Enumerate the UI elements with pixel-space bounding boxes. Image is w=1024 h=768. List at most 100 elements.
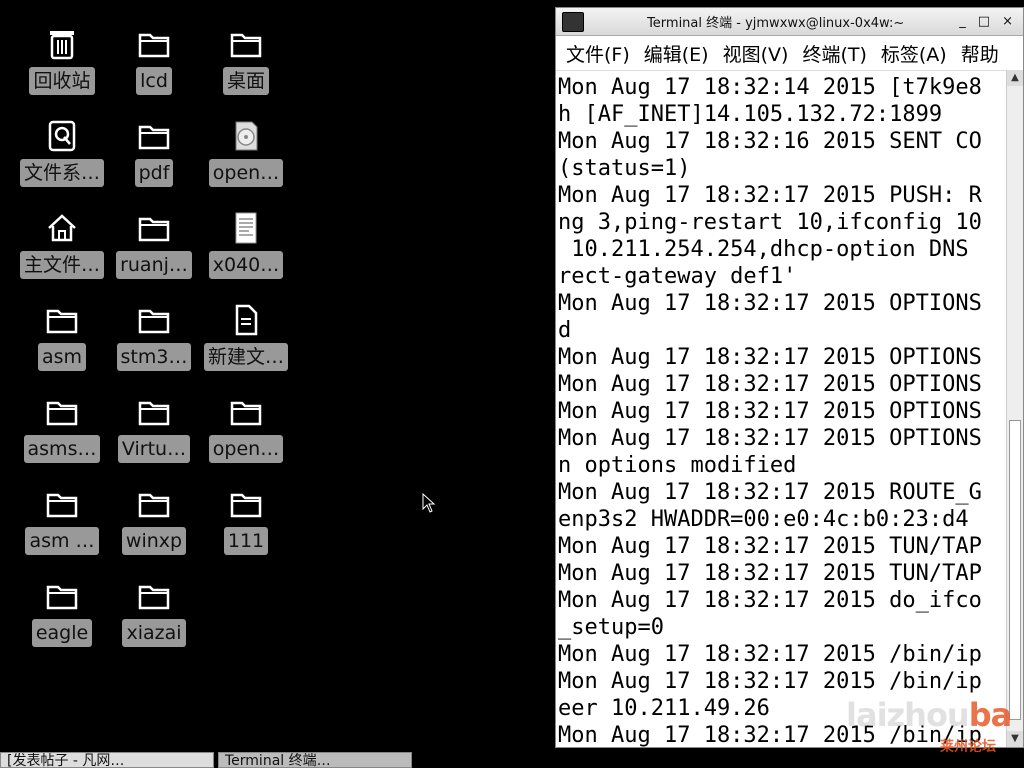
terminal-output[interactable]: Mon Aug 17 18:32:14 2015 [t7k9e8 h [AF_IN… — [556, 70, 1005, 747]
terminal-line: Mon Aug 17 18:32:17 2015 OPTIONS — [558, 291, 982, 316]
mouse-cursor-icon — [422, 492, 436, 517]
desktop-icon-label: asm — [37, 343, 87, 371]
desktop-icon-label: 桌面 — [222, 67, 269, 95]
terminal-line: n options modified — [558, 453, 797, 478]
folder-icon — [134, 300, 174, 340]
desktop-icon-xiazai[interactable]: xiazai — [108, 576, 200, 668]
desktop-icon-new-file[interactable]: 新建文… — [200, 300, 292, 392]
desktop-icon-111[interactable]: 111 — [200, 484, 292, 576]
menu-terminal[interactable]: 终端(T) — [802, 40, 866, 67]
trash-icon — [42, 24, 82, 64]
document-icon — [226, 208, 266, 248]
terminal-line: rect-gateway def1' — [558, 264, 797, 289]
folder-icon — [134, 208, 174, 248]
maximize-button[interactable]: □ — [978, 14, 990, 29]
terminal-line: h [AF_INET]14.105.132.72:1899 — [558, 102, 943, 127]
desktop-icon-open-disc[interactable]: open… — [200, 116, 292, 208]
terminal-line: _setup=0 — [558, 615, 664, 640]
window-title: Terminal 终端 - yjmwxwx@linux-0x4w:~ — [647, 16, 905, 31]
folder-icon — [134, 116, 174, 156]
folder-icon — [134, 24, 174, 64]
terminal-line: Mon Aug 17 18:32:17 2015 OPTIONS — [558, 372, 982, 397]
desktop-icon-eagle[interactable]: eagle — [16, 576, 108, 668]
folder-icon — [134, 392, 174, 432]
terminal-app-icon — [562, 11, 584, 32]
desktop-icon-filesystem[interactable]: 文件系… — [16, 116, 108, 208]
scroll-up-icon[interactable]: ▲ — [1007, 70, 1023, 86]
terminal-line: Mon Aug 17 18:32:17 2015 PUSH: R — [558, 183, 982, 208]
desktop-icon-label: 新建文… — [203, 343, 288, 371]
folder-icon — [42, 484, 82, 524]
folder-icon — [42, 576, 82, 616]
taskbar-item-browser[interactable]: [发表帖子 - 凡网… — [0, 752, 214, 768]
terminal-menubar: 文件(F) 编辑(E) 视图(V) 终端(T) 标签(A) 帮助 — [556, 36, 1023, 71]
terminal-line: Mon Aug 17 18:32:17 2015 TUN/TAP — [558, 534, 982, 559]
folder-icon — [42, 300, 82, 340]
desktop-icon-label: Virtu… — [117, 435, 191, 463]
desktop-icon-label: open… — [208, 159, 284, 187]
desktop-icon-label: 111 — [223, 527, 269, 555]
terminal-line: Mon Aug 17 18:32:17 2015 /bin/ip — [558, 642, 982, 667]
folder-icon — [226, 484, 266, 524]
minimize-button[interactable]: _ — [959, 14, 966, 29]
desktop-icon-trash[interactable]: 回收站 — [16, 24, 108, 116]
desktop-icon-label: winxp — [121, 527, 187, 555]
desktop-icon-stm3[interactable]: stm3… — [108, 300, 200, 392]
menu-tabs[interactable]: 标签(A) — [881, 40, 947, 67]
terminal-line: Mon Aug 17 18:32:14 2015 [t7k9e8 — [558, 75, 982, 100]
watermark-logo: laizhouba — [846, 696, 1012, 734]
folder-icon — [226, 24, 266, 64]
watermark-accent: ba — [968, 696, 1012, 734]
desktop-icon-label: lcd — [136, 67, 172, 95]
file-icon — [226, 300, 266, 340]
desktop-icon-asm-2[interactable]: asm … — [16, 484, 108, 576]
terminal-line: d — [558, 318, 572, 343]
folder-icon — [226, 392, 266, 432]
menu-help[interactable]: 帮助 — [961, 40, 999, 67]
desktop-icon-label: asms… — [23, 435, 101, 463]
menu-view[interactable]: 视图(V) — [723, 40, 789, 67]
desktop-icon-asms[interactable]: asms… — [16, 392, 108, 484]
terminal-line: Mon Aug 17 18:32:17 2015 /bin/ip — [558, 669, 982, 694]
terminal-line: Mon Aug 17 18:32:17 2015 OPTIONS — [558, 426, 982, 451]
terminal-line: Mon Aug 17 18:32:17 2015 OPTIONS — [558, 399, 982, 424]
terminal-line: enp3s2 HWADDR=00:e0:4c:b0:23:d4 — [558, 507, 969, 532]
folder-icon — [134, 484, 174, 524]
terminal-line: 10.211.254.254,dhcp-option DNS — [558, 237, 969, 262]
desktop-icon-label: eagle — [31, 619, 93, 647]
desktop-icon-home[interactable]: 主文件… — [16, 208, 108, 300]
menu-edit[interactable]: 编辑(E) — [644, 40, 709, 67]
folder-icon — [42, 392, 82, 432]
terminal-scrollbar[interactable]: ▲ ▼ — [1006, 70, 1023, 747]
terminal-line: Mon Aug 17 18:32:17 2015 OPTIONS — [558, 345, 982, 370]
desktop-icon-label: xiazai — [122, 619, 186, 647]
desktop-icon-desktop[interactable]: 桌面 — [200, 24, 292, 116]
desktop-icon-label: 主文件… — [19, 251, 104, 279]
terminal-line: Mon Aug 17 18:32:17 2015 do_ifco — [558, 588, 982, 613]
scrollbar-thumb[interactable] — [1009, 420, 1021, 720]
desktop-icon-label: x040… — [208, 251, 284, 279]
desktop-icon-lcd[interactable]: lcd — [108, 24, 200, 116]
watermark-main: laizhou — [846, 696, 970, 734]
terminal-titlebar[interactable]: Terminal 终端 - yjmwxwx@linux-0x4w:~ _ □ × — [556, 8, 1023, 36]
menu-file[interactable]: 文件(F) — [566, 40, 630, 67]
desktop-icon-pdf[interactable]: pdf — [108, 116, 200, 208]
desktop-icon-open-folder[interactable]: open… — [200, 392, 292, 484]
terminal-line: Mon Aug 17 18:32:17 2015 TUN/TAP — [558, 561, 982, 586]
desktop-icon-asm[interactable]: asm — [16, 300, 108, 392]
desktop-icon-label: ruanj… — [116, 251, 192, 279]
terminal-line: (status=1) — [558, 156, 691, 181]
terminal-window[interactable]: Terminal 终端 - yjmwxwx@linux-0x4w:~ _ □ ×… — [555, 7, 1024, 748]
desktop-icon-label: pdf — [134, 159, 174, 187]
taskbar-item-terminal[interactable]: Terminal 终端… — [218, 752, 412, 768]
close-button[interactable]: × — [1002, 14, 1013, 29]
folder-icon — [134, 576, 174, 616]
desktop-icon-x040[interactable]: x040… — [200, 208, 292, 300]
desktop-icon-label: 回收站 — [29, 67, 95, 95]
home-icon — [42, 208, 82, 248]
desktop-icon-winxp[interactable]: winxp — [108, 484, 200, 576]
desktop-icon-label: open… — [208, 435, 284, 463]
desktop-icon-ruanj[interactable]: ruanj… — [108, 208, 200, 300]
taskbar: [发表帖子 - 凡网… Terminal 终端… — [0, 752, 1024, 768]
desktop-icon-virtu[interactable]: Virtu… — [108, 392, 200, 484]
